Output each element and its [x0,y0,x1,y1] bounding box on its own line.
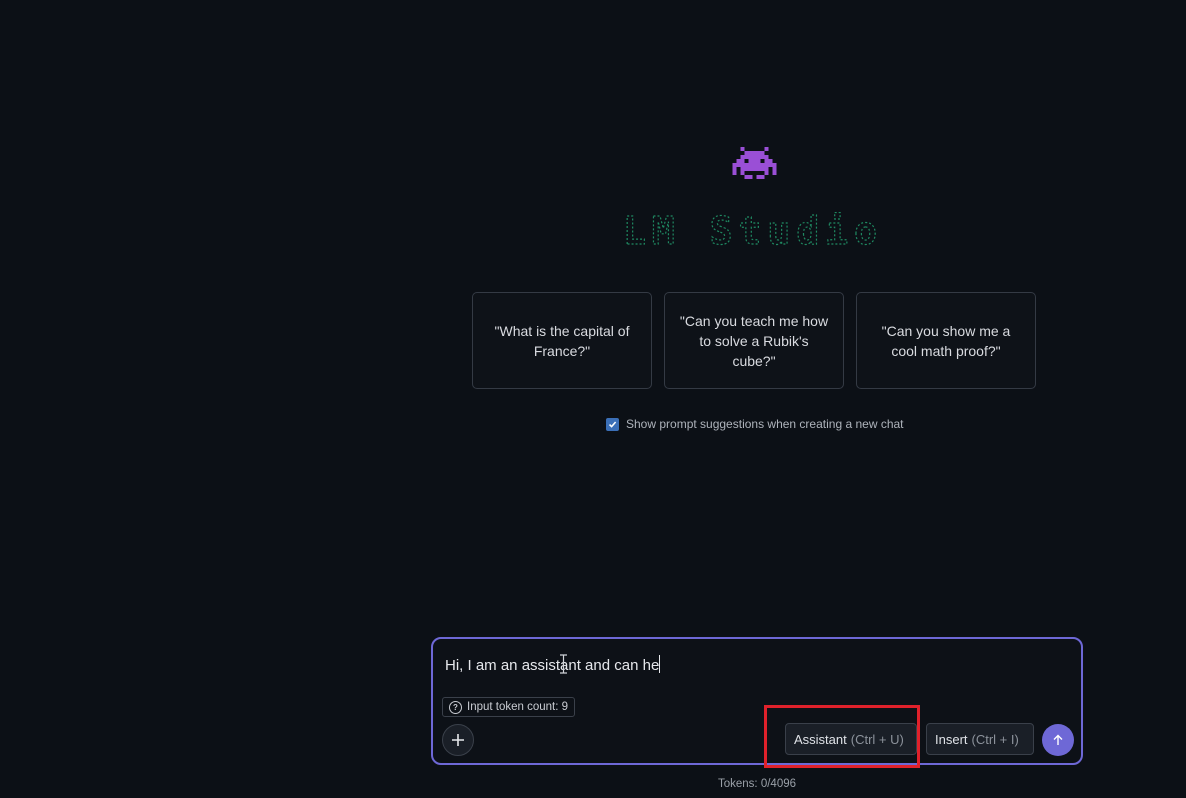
banner-text: LM Studio [623,210,883,253]
arrow-up-icon [1053,734,1063,745]
suggestion-checkbox[interactable] [606,417,619,431]
input-token-count: ? Input token count: 9 [442,697,576,717]
question-icon: ? [449,700,462,714]
plus-icon [452,734,464,746]
suggestion-card[interactable]: "Can you show me a cool math proof?" [856,292,1036,389]
suggestion-text: "Can you teach me how to solve a Rubik's… [679,312,829,369]
suggestion-card[interactable]: "What is the capital of France?" [472,292,652,389]
suggestion-toggle: Show prompt suggestions when creating a … [606,417,904,431]
text-caret [659,655,661,673]
suggestion-toggle-label: Show prompt suggestions when creating a … [626,417,904,431]
message-input[interactable]: Hi, I am an assistant and can he [445,655,661,674]
suggestion-text: "What is the capital of France?" [494,322,630,359]
message-input-value: Hi, I am an assistant and can he [445,657,660,674]
ibeam-cursor-icon [560,654,567,674]
prompt-suggestions: "What is the capital of France?" "Can yo… [472,292,1036,389]
insert-button[interactable]: Insert (Ctrl + I) [926,723,1034,755]
suggestion-text: "Can you show me a cool math proof?" [881,322,1011,359]
input-token-count-label: Input token count: 9 [467,701,569,713]
suggestion-card[interactable]: "Can you teach me how to solve a Rubik's… [664,292,844,389]
add-button[interactable] [442,724,474,756]
send-button[interactable] [1042,724,1074,756]
tokens-label: Tokens: 0/4096 [718,778,797,790]
message-composer: Hi, I am an assistant and can he ? Input… [431,637,1083,765]
space-invader-icon [732,147,777,179]
app-logo-banner: LM Studio [622,210,883,254]
insert-shortcut-hint: (Ctrl + I) [971,731,1019,747]
highlight-box [764,705,920,768]
check-icon [608,420,617,428]
insert-button-label: Insert [935,731,968,747]
